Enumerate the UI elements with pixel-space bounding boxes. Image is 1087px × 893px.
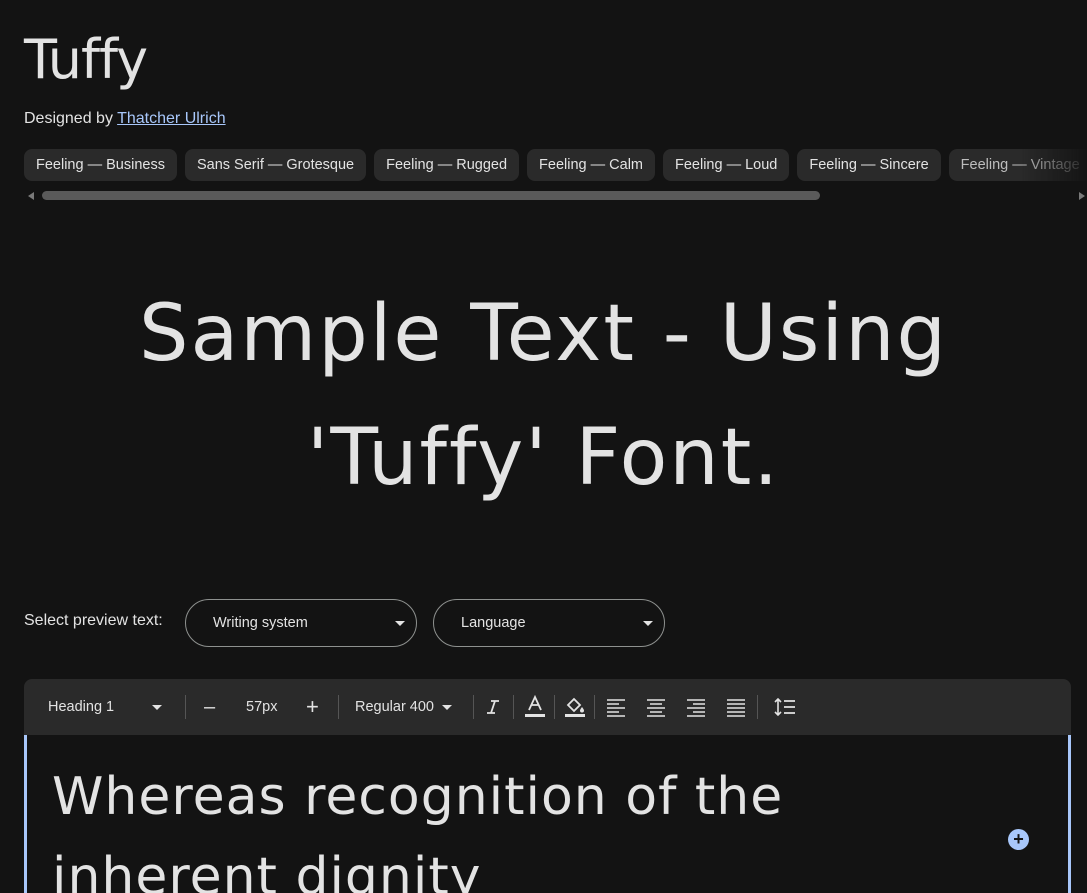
text-style-select[interactable]: Heading 1 bbox=[48, 679, 163, 735]
language-dropdown[interactable]: Language bbox=[433, 599, 665, 647]
align-right-button[interactable] bbox=[686, 679, 706, 735]
align-left-button[interactable] bbox=[606, 679, 626, 735]
plus-icon: + bbox=[306, 694, 319, 719]
text-color-button[interactable] bbox=[524, 679, 546, 735]
line-spacing-button[interactable] bbox=[774, 679, 796, 735]
tag-chip[interactable]: Feeling — Vintage bbox=[948, 149, 1087, 181]
align-left-icon bbox=[606, 697, 626, 717]
add-circle-icon[interactable]: + bbox=[1008, 829, 1029, 850]
writing-system-label: Writing system bbox=[213, 615, 308, 631]
tag-chip[interactable]: Feeling — Business bbox=[24, 149, 177, 181]
chevron-down-icon bbox=[152, 704, 163, 710]
text-color-icon bbox=[524, 695, 546, 719]
chevron-down-icon bbox=[395, 621, 405, 626]
font-size-label: 57px bbox=[246, 699, 278, 715]
designed-by-prefix: Designed by bbox=[24, 110, 113, 127]
increase-size-button[interactable]: + bbox=[306, 679, 319, 735]
decrease-size-button[interactable]: – bbox=[204, 679, 215, 735]
tag-chip[interactable]: Feeling — Calm bbox=[527, 149, 655, 181]
editor-toolbar: Heading 1 – 57px + Regular 400 bbox=[24, 679, 1071, 735]
tag-chip[interactable]: Feeling — Rugged bbox=[374, 149, 520, 181]
italic-icon bbox=[484, 698, 502, 716]
font-weight-select[interactable]: Regular 400 bbox=[355, 679, 452, 735]
line-spacing-icon bbox=[774, 697, 796, 717]
tag-chip-list: Feeling — Business Sans Serif — Grotesqu… bbox=[24, 149, 1087, 181]
scroll-right-arrow-icon[interactable] bbox=[1079, 192, 1085, 200]
tag-chip[interactable]: Sans Serif — Grotesque bbox=[184, 149, 367, 181]
font-title: Tuffy bbox=[24, 28, 148, 91]
editor-text[interactable]: Whereas recognition of the inherent dign… bbox=[52, 757, 952, 893]
align-center-icon bbox=[646, 697, 666, 717]
align-center-button[interactable] bbox=[646, 679, 666, 735]
tag-scrollbar[interactable] bbox=[24, 190, 1085, 202]
designer-credit: Designed by Thatcher Ulrich bbox=[24, 110, 226, 128]
toolbar-divider bbox=[513, 695, 514, 719]
fill-color-icon bbox=[564, 695, 586, 719]
toolbar-divider bbox=[554, 695, 555, 719]
toolbar-divider bbox=[185, 695, 186, 719]
toolbar-divider bbox=[594, 695, 595, 719]
toolbar-divider bbox=[757, 695, 758, 719]
sample-text-preview: Sample Text - Using 'Tuffy' Font. bbox=[138, 289, 949, 503]
align-justify-icon bbox=[726, 697, 746, 717]
scroll-thumb[interactable] bbox=[42, 191, 820, 200]
preview-editor[interactable]: Whereas recognition of the inherent dign… bbox=[24, 735, 1071, 893]
chevron-down-icon bbox=[442, 704, 452, 710]
writing-system-dropdown[interactable]: Writing system bbox=[185, 599, 417, 647]
toolbar-divider bbox=[338, 695, 339, 719]
minus-icon: – bbox=[204, 695, 216, 718]
chevron-down-icon bbox=[643, 621, 653, 626]
designer-link[interactable]: Thatcher Ulrich bbox=[117, 110, 225, 127]
italic-button[interactable] bbox=[484, 679, 502, 735]
highlight-color-button[interactable] bbox=[564, 679, 586, 735]
font-size-value[interactable]: 57px bbox=[246, 679, 277, 735]
toolbar-divider bbox=[473, 695, 474, 719]
preview-select-label: Select preview text: bbox=[24, 612, 163, 629]
language-label: Language bbox=[461, 615, 526, 631]
align-justify-button[interactable] bbox=[726, 679, 746, 735]
align-right-icon bbox=[686, 697, 706, 717]
text-style-label: Heading 1 bbox=[48, 699, 115, 715]
tag-chip[interactable]: Feeling — Sincere bbox=[797, 149, 941, 181]
scroll-left-arrow-icon[interactable] bbox=[28, 192, 34, 200]
tag-chip[interactable]: Feeling — Loud bbox=[663, 149, 790, 181]
font-weight-label: Regular 400 bbox=[355, 699, 434, 715]
